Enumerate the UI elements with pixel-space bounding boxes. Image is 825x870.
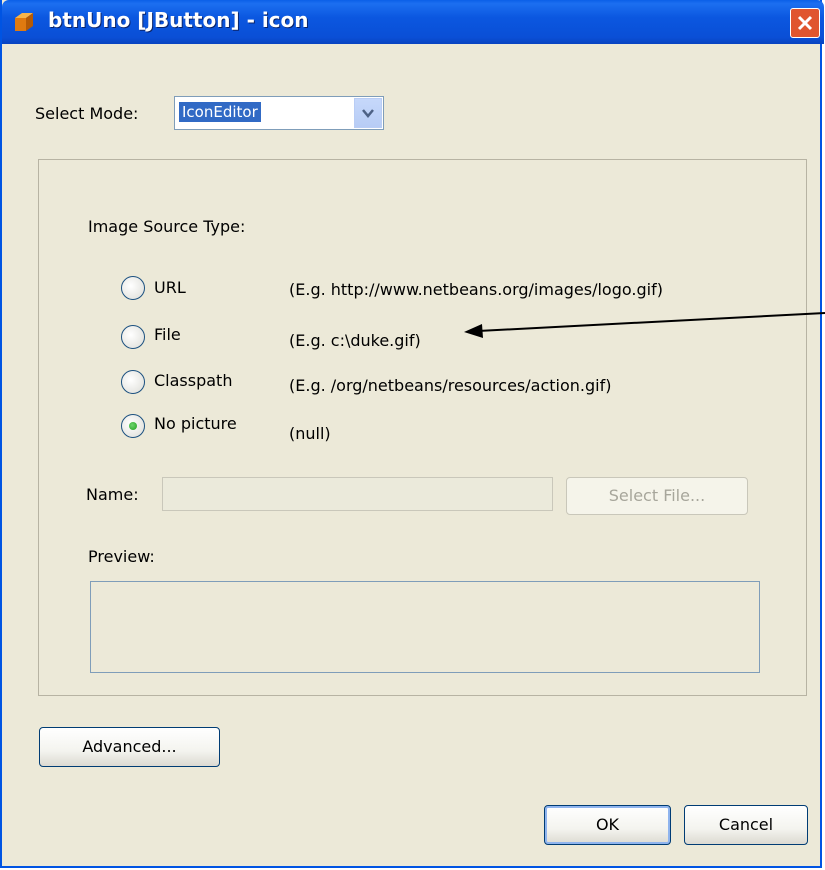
option-url-label: URL bbox=[154, 278, 186, 297]
ok-button[interactable]: OK bbox=[544, 805, 671, 845]
select-mode-value: IconEditor bbox=[178, 101, 262, 123]
radio-selected-dot bbox=[129, 422, 137, 430]
image-source-heading: Image Source Type: bbox=[88, 217, 246, 236]
radio-file[interactable] bbox=[121, 325, 145, 349]
close-icon bbox=[797, 15, 813, 31]
select-mode-label: Select Mode: bbox=[35, 104, 139, 123]
dropdown-arrow-button[interactable] bbox=[354, 98, 382, 128]
option-url-example: (E.g. http://www.netbeans.org/images/log… bbox=[289, 280, 663, 299]
window-icon bbox=[15, 13, 33, 31]
title-bar[interactable]: btnUno [JButton] - icon bbox=[2, 0, 824, 44]
name-label: Name: bbox=[86, 485, 139, 504]
close-button[interactable] bbox=[790, 8, 820, 38]
select-mode-dropdown[interactable]: IconEditor bbox=[174, 96, 384, 130]
preview-label: Preview: bbox=[88, 547, 155, 566]
dialog-window: btnUno [JButton] - icon Select Mode: Ico… bbox=[0, 0, 824, 868]
option-file-label: File bbox=[154, 325, 181, 344]
name-input[interactable] bbox=[162, 477, 553, 511]
option-no-picture-label: No picture bbox=[154, 414, 237, 433]
option-classpath-example: (E.g. /org/netbeans/resources/action.gif… bbox=[289, 376, 612, 395]
advanced-button[interactable]: Advanced... bbox=[39, 727, 220, 767]
radio-no-picture[interactable] bbox=[121, 414, 145, 438]
preview-area bbox=[90, 581, 760, 673]
annotation-arrow bbox=[464, 312, 825, 338]
option-classpath-label: Classpath bbox=[154, 371, 233, 390]
option-no-picture-example: (null) bbox=[289, 424, 331, 443]
option-file-example: (E.g. c:\duke.gif) bbox=[289, 331, 421, 350]
chevron-down-icon bbox=[362, 109, 374, 118]
cancel-button[interactable]: Cancel bbox=[684, 805, 808, 845]
radio-classpath[interactable] bbox=[121, 370, 145, 394]
window-title: btnUno [JButton] - icon bbox=[48, 8, 309, 32]
radio-url[interactable] bbox=[121, 276, 145, 300]
select-file-button[interactable]: Select File... bbox=[566, 477, 748, 515]
